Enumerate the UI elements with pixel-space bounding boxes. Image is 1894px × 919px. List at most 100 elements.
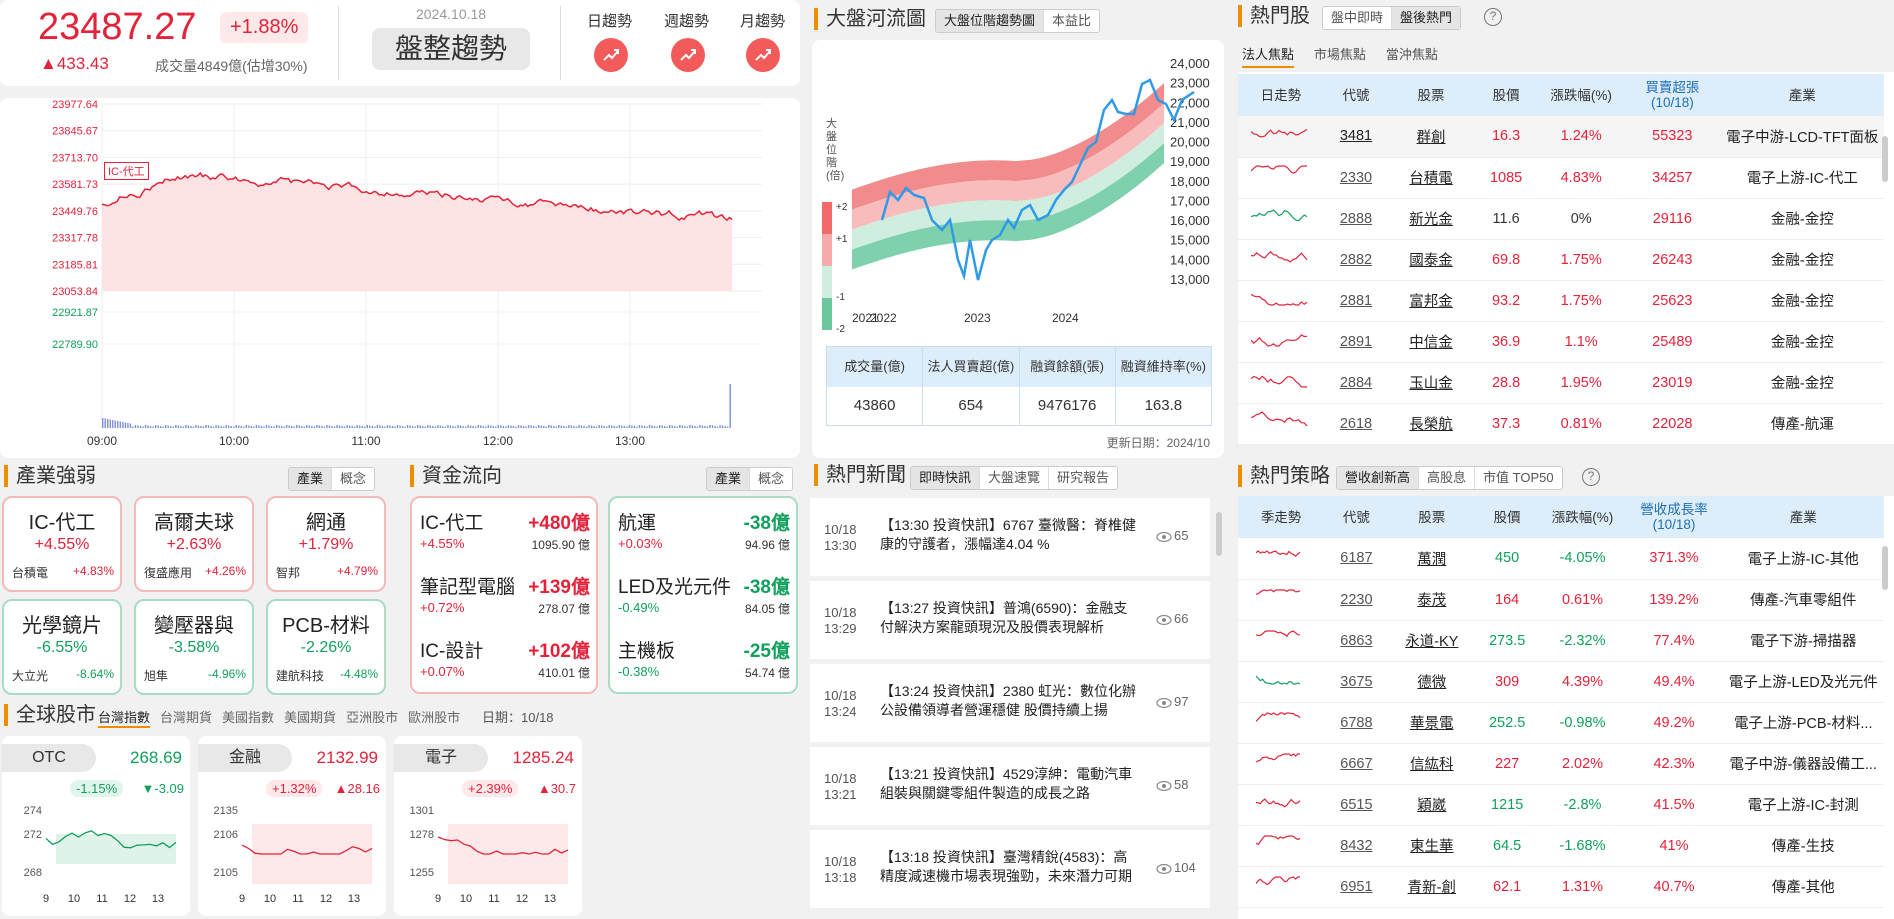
cell-name[interactable]: 青新-創 (1388, 866, 1475, 908)
global-tab-4[interactable]: 亞洲股市 (346, 707, 398, 728)
news-headline[interactable]: 【13:30 投資快訊】6767 臺微醫：脊椎健康的守護者，漲幅達4.04 % (880, 516, 1140, 554)
table-row[interactable]: 2881 富邦金 93.2 1.75% 25623 金融-金控 (1238, 280, 1884, 322)
news-headline[interactable]: 【13:21 投資快訊】4529淳紳：電動汽車組裝與關鍵零組件製造的成長之路 (880, 765, 1140, 803)
subtab-daytrade[interactable]: 當沖焦點 (1386, 47, 1438, 62)
table-row[interactable]: 2882 國泰金 69.8 1.75% 26243 金融-金控 (1238, 239, 1884, 281)
industry-card[interactable]: 光學鏡片 -6.55% 大立光 -8.64% (2, 599, 122, 695)
scrollbar[interactable] (1882, 136, 1888, 182)
tab-high-dividend[interactable]: 高股息 (1418, 467, 1474, 489)
industry-card[interactable]: 高爾夫球 +2.63% 復盛應用 +4.26% (134, 496, 254, 592)
industry-card[interactable]: PCB-材料 -2.26% 建航科技 -4.48% (266, 599, 386, 695)
tab-concept[interactable]: 概念 (749, 468, 792, 490)
cell-name[interactable]: 華景電 (1388, 702, 1475, 744)
table-row[interactable]: 6187 萬潤 450 -4.05% 371.3% 電子上游-IC-其他 (1238, 538, 1884, 580)
global-market-card[interactable]: OTC 268.69 -1.15% ▼-3.09 274 272 268 9 10 11 12 13 (2, 736, 190, 916)
cell-code[interactable]: 2618 (1323, 403, 1389, 445)
cell-code[interactable]: 2330 (1323, 157, 1389, 199)
industry-card[interactable]: IC-代工 +4.55% 台積電 +4.83% (2, 496, 122, 592)
news-headline[interactable]: 【13:24 投資快訊】2380 虹光：數位化辦公設備領導者營運穩健 股價持續上… (880, 682, 1140, 720)
news-item[interactable]: 10/18 13:18 【13:18 投資快訊】臺灣精銳(4583)：高精度減速機市… (810, 830, 1210, 908)
tab-river-trend[interactable]: 大盤位階趨勢圖 (936, 10, 1044, 32)
global-tab-2[interactable]: 美國指數 (222, 707, 274, 728)
subtab-institutional[interactable]: 法人焦點 (1242, 47, 1295, 68)
tab-pe-ratio[interactable]: 本益比 (1043, 10, 1099, 32)
cell-code[interactable]: 2230 (1324, 579, 1389, 621)
cell-name[interactable]: 泰茂 (1388, 579, 1475, 621)
table-row[interactable]: 6515 穎崴 1215 -2.8% 41.5% 電子上游-IC-封測 (1238, 784, 1884, 826)
scrollbar[interactable] (1216, 512, 1222, 556)
cell-code[interactable]: 2891 (1323, 321, 1389, 363)
table-row[interactable]: 3481 群創 16.3 1.24% 55323 電子中游-LCD-TFT面板 (1238, 116, 1884, 158)
table-row[interactable]: 2891 中信金 36.9 1.1% 25489 金融-金控 (1238, 321, 1884, 363)
cell-name[interactable]: 玉山金 (1388, 362, 1474, 404)
cell-name[interactable]: 長榮航 (1388, 403, 1474, 445)
news-headline[interactable]: 【13:27 投資快訊】普鴻(6590)：金融支付解決方案龍頭現況及股價表現解析 (880, 599, 1140, 637)
cell-name[interactable]: 信紘科 (1388, 743, 1475, 785)
tab-industry[interactable]: 產業 (289, 468, 332, 490)
column-header[interactable]: 營收成長率 (10/18) (1625, 496, 1723, 538)
tab-after-hours[interactable]: 盤後熱門 (1391, 7, 1461, 29)
cell-code[interactable]: 6788 (1324, 702, 1389, 744)
cell-name[interactable]: 萬潤 (1388, 538, 1475, 580)
cell-name[interactable]: 富邦金 (1388, 280, 1474, 322)
tab-market-cap[interactable]: 市值 TOP50 (1474, 467, 1562, 489)
table-row[interactable]: 6951 青新-創 62.1 1.31% 40.7% 傳產-其他 (1238, 866, 1884, 908)
tab-research[interactable]: 研究報告 (1048, 467, 1117, 489)
tab-industry[interactable]: 產業 (707, 468, 750, 490)
table-row[interactable]: 6788 華景電 252.5 -0.98% 49.2% 電子上游-PCB-材料... (1238, 702, 1884, 744)
tab-market-overview[interactable]: 大盤速覽 (979, 467, 1048, 489)
cell-name[interactable]: 中信金 (1388, 321, 1474, 363)
cell-code[interactable]: 2881 (1323, 280, 1389, 322)
tab-concept[interactable]: 概念 (331, 468, 374, 490)
cell-name[interactable]: 台積電 (1388, 157, 1474, 199)
table-row[interactable]: 6863 永道-KY 273.5 -2.32% 77.4% 電子下游-掃描器 (1238, 620, 1884, 662)
global-tab-0[interactable]: 台灣指數 (98, 707, 151, 728)
global-tab-1[interactable]: 台灣期貨 (160, 707, 212, 728)
cell-name[interactable]: 穎崴 (1388, 784, 1475, 826)
news-item[interactable]: 10/18 13:21 【13:21 投資快訊】4529淳紳：電動汽車組裝與關鍵零組… (810, 747, 1210, 825)
global-tab-5[interactable]: 歐洲股市 (408, 707, 460, 728)
cell-code[interactable]: 6667 (1324, 743, 1389, 785)
cell-name[interactable]: 新光金 (1388, 198, 1474, 240)
table-row[interactable]: 2230 泰茂 164 0.61% 139.2% 傳產-汽車零組件 (1238, 579, 1884, 621)
news-item[interactable]: 10/18 13:24 【13:24 投資快訊】2380 虹光：數位化辦公設備領導者… (810, 664, 1210, 742)
table-row[interactable]: 8432 東生華 64.5 -1.68% 41% 傳產-生技 (1238, 825, 1884, 867)
help-icon[interactable]: ? (1484, 8, 1502, 26)
table-row[interactable]: 2884 玉山金 28.8 1.95% 23019 金融-金控 (1238, 362, 1884, 404)
news-headline[interactable]: 【13:18 投資快訊】臺灣精銳(4583)：高精度減速機市場表現強勁，未來潛力… (880, 848, 1140, 886)
table-row[interactable]: 2618 長榮航 37.3 0.81% 22028 傳產-航運 (1238, 403, 1884, 445)
column-header[interactable]: 買賣超張 (10/18) (1624, 74, 1721, 116)
cell-code[interactable]: 6863 (1324, 620, 1389, 662)
scrollbar[interactable] (1882, 546, 1888, 590)
cell-name[interactable]: 永道-KY (1388, 620, 1475, 662)
news-item[interactable]: 10/18 13:30 【13:30 投資快訊】6767 臺微醫：脊椎健康的守護者，… (810, 498, 1210, 576)
help-icon[interactable]: ? (1582, 468, 1600, 486)
cell-code[interactable]: 2882 (1323, 239, 1389, 281)
cell-code[interactable]: 3481 (1323, 116, 1389, 158)
global-market-card[interactable]: 電子 1285.24 +2.39% ▲30.7 1301 1278 1255 9 10 11 12 1… (394, 736, 582, 916)
cell-code[interactable]: 2888 (1323, 198, 1389, 240)
cell-name[interactable]: 國泰金 (1388, 239, 1474, 281)
tab-intraday[interactable]: 盤中即時 (1323, 7, 1391, 29)
daily-trend-button[interactable] (594, 38, 628, 72)
cell-code[interactable]: 3675 (1324, 661, 1389, 703)
cell-code[interactable]: 8432 (1324, 825, 1389, 867)
cell-name[interactable]: 德微 (1388, 661, 1475, 703)
news-item[interactable]: 10/18 13:29 【13:27 投資快訊】普鴻(6590)：金融支付解決方案龍… (810, 581, 1210, 659)
table-row[interactable]: 6667 信紘科 227 2.02% 42.3% 電子中游-儀器設備工... (1238, 743, 1884, 785)
global-market-card[interactable]: 金融 2132.99 +1.32% ▲28.16 2135 2106 2105 9 10 11 12… (198, 736, 386, 916)
global-tab-3[interactable]: 美國期貨 (284, 707, 336, 728)
tab-revenue-high[interactable]: 營收創新高 (1337, 467, 1419, 489)
monthly-trend-button[interactable] (746, 38, 780, 72)
cell-code[interactable]: 6515 (1324, 784, 1389, 826)
table-row[interactable]: 3675 德微 309 4.39% 49.4% 電子上游-LED及光元件 (1238, 661, 1884, 703)
industry-card[interactable]: 變壓器與 -3.58% 旭隼 -4.96% (134, 599, 254, 695)
cell-code[interactable]: 6187 (1324, 538, 1389, 580)
table-row[interactable]: 2888 新光金 11.6 0% 29116 金融-金控 (1238, 198, 1884, 240)
table-row[interactable]: 2330 台積電 1085 4.83% 34257 電子上游-IC-代工 (1238, 157, 1884, 199)
cell-name[interactable]: 東生華 (1388, 825, 1475, 867)
subtab-market[interactable]: 市場焦點 (1314, 47, 1366, 62)
industry-card[interactable]: 網通 +1.79% 智邦 +4.79% (266, 496, 386, 592)
tab-realtime[interactable]: 即時快訊 (911, 467, 980, 489)
cell-name[interactable]: 群創 (1388, 116, 1474, 158)
